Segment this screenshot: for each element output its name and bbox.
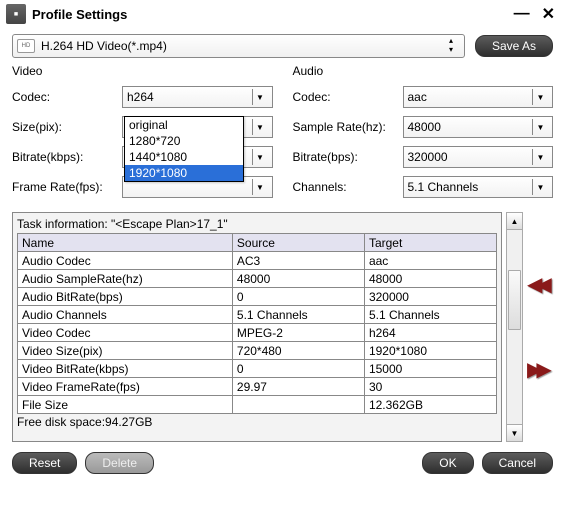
audio-sr-combo[interactable]: 48000▼	[403, 116, 554, 138]
cancel-button[interactable]: Cancel	[482, 452, 553, 474]
vertical-scrollbar[interactable]: ▲ ▼	[506, 212, 523, 442]
spinner-down-icon[interactable]: ▾	[442, 46, 460, 55]
audio-bitrate-label: Bitrate(bps):	[293, 150, 403, 164]
size-dropdown[interactable]: original 1280*720 1440*1080 1920*1080	[124, 116, 244, 182]
delete-button[interactable]: Delete	[85, 452, 154, 474]
video-codec-combo[interactable]: h264▼	[122, 86, 273, 108]
video-size-label: Size(pix):	[12, 120, 122, 134]
scroll-track[interactable]	[507, 230, 522, 424]
profile-label: H.264 HD Video(*.mp4)	[41, 39, 442, 53]
table-row: Video CodecMPEG-2h264	[18, 324, 497, 342]
toolbar: HD H.264 HD Video(*.mp4) ▴ ▾ Save As	[0, 28, 565, 64]
ok-button[interactable]: OK	[422, 452, 473, 474]
chevron-down-icon[interactable]: ▼	[532, 89, 548, 105]
audio-codec-combo[interactable]: aac▼	[403, 86, 554, 108]
table-row: Video BitRate(kbps)015000	[18, 360, 497, 378]
reset-button[interactable]: Reset	[12, 452, 77, 474]
footer: Reset Delete OK Cancel	[0, 442, 565, 484]
task-table: Name Source Target Audio CodecAC3aac Aud…	[17, 233, 497, 414]
chevron-down-icon[interactable]: ▼	[252, 89, 268, 105]
col-name: Name	[18, 234, 233, 252]
format-icon: HD	[17, 39, 35, 53]
video-title: Video	[12, 64, 273, 78]
table-row: Audio Channels5.1 Channels5.1 Channels	[18, 306, 497, 324]
window-title: Profile Settings	[32, 7, 127, 22]
free-disk-label: Free disk space:94.27GB	[17, 415, 497, 429]
nav-arrows: ◀◀ ▶▶	[527, 212, 553, 442]
scroll-up-icon[interactable]: ▲	[507, 213, 522, 230]
col-source: Source	[232, 234, 364, 252]
audio-channels-combo[interactable]: 5.1 Channels▼	[403, 176, 554, 198]
chevron-down-icon[interactable]: ▼	[532, 179, 548, 195]
scroll-thumb[interactable]	[508, 270, 521, 330]
size-option-1920x1080[interactable]: 1920*1080	[125, 165, 243, 181]
audio-codec-label: Codec:	[293, 90, 403, 104]
task-info-panel: Task information: "<Escape Plan>17_1" Na…	[12, 212, 502, 442]
audio-bitrate-combo[interactable]: 320000▼	[403, 146, 554, 168]
close-button[interactable]: ✕	[538, 4, 559, 24]
audio-panel: Audio Codec: aac▼ Sample Rate(hz): 48000…	[293, 64, 554, 206]
prev-task-button[interactable]: ◀◀	[527, 272, 553, 297]
table-row: File Size12.362GB	[18, 396, 497, 414]
audio-channels-label: Channels:	[293, 180, 403, 194]
audio-title: Audio	[293, 64, 554, 78]
video-panel: Video Codec: h264▼ Size(pix): 1920*1080 ▼…	[12, 64, 273, 206]
minimize-button[interactable]: —	[510, 5, 534, 23]
profile-spinner[interactable]: ▴ ▾	[442, 37, 460, 55]
table-row: Audio BitRate(bps)0320000	[18, 288, 497, 306]
size-option-1440x1080[interactable]: 1440*1080	[125, 149, 243, 165]
video-framerate-label: Frame Rate(fps):	[12, 180, 122, 194]
task-info-label: Task information: "<Escape Plan>17_1"	[17, 217, 497, 231]
audio-sr-label: Sample Rate(hz):	[293, 120, 403, 134]
table-row: Video Size(pix)720*4801920*1080	[18, 342, 497, 360]
table-row: Video FrameRate(fps)29.9730	[18, 378, 497, 396]
titlebar: ■ Profile Settings — ✕	[0, 0, 565, 28]
next-task-button[interactable]: ▶▶	[527, 357, 553, 382]
chevron-down-icon[interactable]: ▼	[532, 149, 548, 165]
col-target: Target	[364, 234, 496, 252]
size-option-original[interactable]: original	[125, 117, 243, 133]
chevron-down-icon[interactable]: ▼	[532, 119, 548, 135]
scroll-down-icon[interactable]: ▼	[507, 424, 522, 441]
table-header-row: Name Source Target	[18, 234, 497, 252]
table-row: Audio CodecAC3aac	[18, 252, 497, 270]
chevron-down-icon[interactable]: ▼	[252, 149, 268, 165]
profile-select[interactable]: HD H.264 HD Video(*.mp4) ▴ ▾	[12, 34, 465, 58]
chevron-down-icon[interactable]: ▼	[252, 119, 268, 135]
chevron-down-icon[interactable]: ▼	[252, 179, 268, 195]
save-as-button[interactable]: Save As	[475, 35, 553, 57]
video-bitrate-label: Bitrate(kbps):	[12, 150, 122, 164]
app-icon: ■	[6, 4, 26, 24]
size-option-1280x720[interactable]: 1280*720	[125, 133, 243, 149]
table-row: Audio SampleRate(hz)4800048000	[18, 270, 497, 288]
video-codec-label: Codec:	[12, 90, 122, 104]
